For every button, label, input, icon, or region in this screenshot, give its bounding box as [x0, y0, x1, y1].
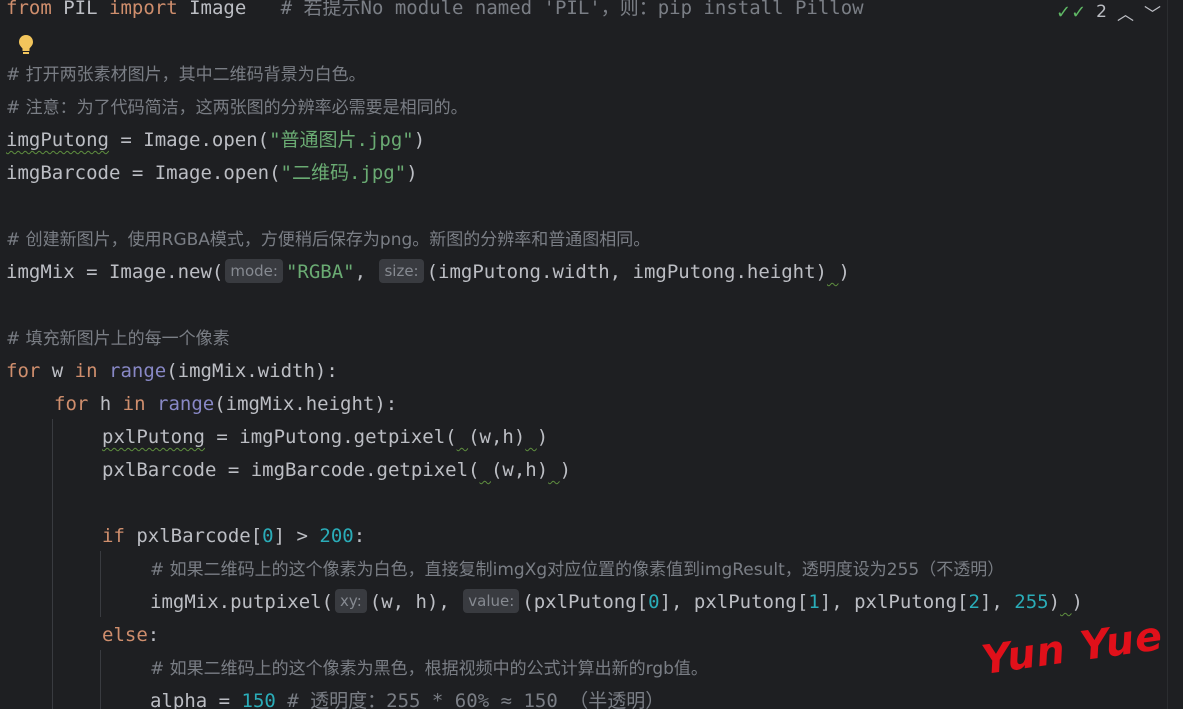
builtin-function: range [157, 393, 215, 415]
indent-guide [100, 551, 101, 617]
code-text: w [40, 360, 75, 382]
keyword: if [102, 525, 125, 547]
code-line-imgmix: imgMix = Image.new(mode: "RGBA", size: (im… [6, 256, 850, 288]
variable: pxlPutong [102, 426, 205, 448]
code-text: imgMix = Image.new( [6, 261, 224, 283]
code-text: , [354, 261, 378, 283]
parameter-hint: xy: [335, 589, 367, 613]
keyword: from [6, 0, 52, 19]
parameter-hint: size: [379, 259, 424, 283]
builtin-function: range [109, 360, 167, 382]
code-text: (imgPutong.width, imgPutong.height) [426, 261, 827, 283]
comment: # 透明度：255 * 60% ≈ 150 （半透明） [275, 690, 665, 709]
string-literal: "普通图片.jpg" [269, 129, 414, 151]
keyword: for [6, 360, 41, 382]
parameter-hint: value: [463, 589, 520, 613]
comment: # 填充新图片上的每一个像素 [6, 329, 230, 349]
code-line-comment: # 如果二维码上的这个像素为白色，直接复制imgXg对应位置的像素值到imgRe… [150, 553, 1004, 585]
code-line-for-w: for w in range(imgMix.width): [6, 355, 338, 387]
vertical-scrollbar[interactable] [1167, 0, 1183, 709]
number-literal: 0 [262, 525, 274, 547]
variable: imgBarcode [6, 162, 121, 184]
module-name: PIL [63, 0, 98, 19]
code-text: ) [838, 261, 850, 283]
code-line-if: if pxlBarcode[0] > 200: [102, 520, 365, 552]
parameter-hint: mode: [225, 259, 283, 283]
number-literal: 150 [241, 690, 276, 709]
code-line-comment: # 填充新图片上的每一个像素 [6, 322, 230, 354]
variable: alpha [150, 690, 208, 709]
keyword: else [102, 624, 148, 646]
number-literal: 2 [968, 591, 980, 613]
code-line-comment: # 打开两张素材图片，其中二维码背景为白色。 [6, 58, 366, 90]
number-literal: 1 [808, 591, 820, 613]
keyword: in [122, 393, 146, 415]
inspection-widget: ✓✓ 2 ︿ ﹀ [1048, 0, 1161, 25]
code-line-comment: # 创建新图片，使用RGBA模式，方便稍后保存为png。新图的分辨率和普通图相同… [6, 223, 650, 255]
lightbulb-icon[interactable] [16, 32, 36, 58]
keyword: import [109, 0, 178, 19]
comment: # 注意：为了代码简洁，这两张图的分辨率必需要是相同的。 [6, 98, 468, 118]
code-text: ], pxlPutong[ [659, 591, 809, 613]
code-text: h [88, 393, 123, 415]
code-text: = Image.open( [120, 162, 281, 184]
class-name: Image [189, 0, 247, 19]
indent-guide [100, 650, 101, 709]
code-text: ) [536, 426, 549, 448]
code-text: (imgMix.height): [214, 393, 398, 415]
code-line-for-h: for h in range(imgMix.height): [54, 388, 397, 420]
chevron-up-icon[interactable]: ︿ [1117, 0, 1134, 25]
code-text: (w,h) [490, 459, 549, 481]
code-line-else: else: [102, 619, 159, 651]
code-text: ) [1048, 591, 1061, 613]
code-line-alpha: alpha = 150 # 透明度：255 * 60% ≈ 150 （半透明） [150, 685, 664, 709]
code-text: (w,h) [468, 426, 526, 448]
code-text: ], [979, 591, 1015, 613]
code-text: ) [559, 459, 572, 481]
code-line-pxlbarcode: pxlBarcode = imgBarcode.getpixel( (w,h) … [102, 454, 571, 486]
code-line-imgputong: imgPutong = Image.open("普通图片.jpg") [6, 124, 425, 156]
comment: # 创建新图片，使用RGBA模式，方便稍后保存为png。新图的分辨率和普通图相同… [6, 230, 651, 250]
indent-guide [52, 419, 53, 709]
code-text: = Image.open( [108, 129, 270, 151]
code-text: (w, h), [369, 591, 462, 613]
code-text: : [353, 525, 366, 547]
string-literal: "RGBA" [285, 261, 355, 283]
code-line-import: from PIL import Image # 若提示No module nam… [6, 0, 864, 24]
code-text: imgMix.putpixel( [150, 591, 334, 613]
comment: # 打开两张素材图片，其中二维码背景为白色。 [6, 65, 366, 85]
code-text: : [147, 624, 160, 646]
double-check-icon[interactable]: ✓✓ [1056, 2, 1086, 23]
code-text: pxlBarcode[ [124, 525, 263, 547]
number-literal: 200 [319, 525, 354, 547]
code-line-comment: # 如果二维码上的这个像素为黑色，根据视频中的公式计算出新的rgb值。 [150, 652, 708, 684]
variable: pxlBarcode [102, 459, 217, 481]
keyword: in [74, 360, 98, 382]
code-line-imgbarcode: imgBarcode = Image.open("二维码.jpg") [6, 157, 418, 189]
code-text: (imgMix.width): [166, 360, 338, 382]
code-text: ] > [273, 525, 320, 547]
keyword: for [54, 393, 89, 415]
code-editor[interactable]: from PIL import Image # 若提示No module nam… [0, 0, 1168, 709]
variable: imgPutong [6, 129, 109, 151]
number-literal: 255 [1014, 591, 1049, 613]
chevron-down-icon[interactable]: ﹀ [1144, 0, 1161, 25]
code-line-pxlputong: pxlPutong = imgPutong.getpixel( (w,h) ) [102, 421, 548, 453]
string-literal: "二维码.jpg" [280, 162, 407, 184]
code-text: ) [406, 162, 418, 184]
code-line-putpixel: imgMix.putpixel(xy: (w, h), value: (pxlPut… [150, 586, 1083, 618]
code-text: ], pxlPutong[ [819, 591, 969, 613]
code-text: = [207, 690, 242, 709]
comment: # 若提示No module named 'PIL'，则：pip install… [280, 0, 864, 19]
code-text: = imgBarcode.getpixel( [216, 459, 480, 481]
comment: # 如果二维码上的这个像素为黑色，根据视频中的公式计算出新的rgb值。 [150, 659, 708, 679]
comment: # 如果二维码上的这个像素为白色，直接复制imgXg对应位置的像素值到imgRe… [150, 560, 1005, 580]
number-literal: 0 [648, 591, 660, 613]
problem-count[interactable]: 2 [1096, 2, 1107, 22]
code-text: ) [1071, 591, 1083, 613]
code-line-comment: # 注意：为了代码简洁，这两张图的分辨率必需要是相同的。 [6, 91, 468, 123]
code-text: ) [413, 129, 426, 151]
code-text: (pxlPutong[ [522, 591, 649, 613]
code-text: = imgPutong.getpixel( [204, 426, 457, 448]
